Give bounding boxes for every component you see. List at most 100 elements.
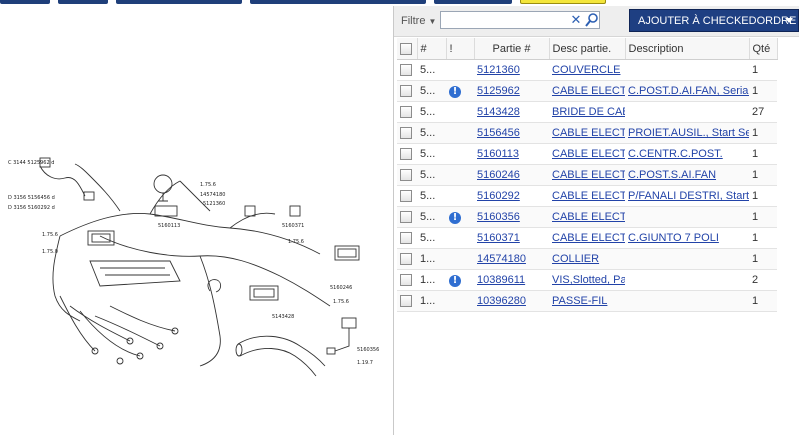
part-description-link[interactable] bbox=[625, 59, 749, 81]
filter-dropdown[interactable]: Filtre ▼ bbox=[401, 15, 436, 27]
row-checkbox[interactable] bbox=[400, 148, 412, 161]
part-number-text[interactable]: 14574180 bbox=[477, 253, 526, 265]
part-desc-text[interactable]: BRIDE DE CABL bbox=[552, 106, 625, 118]
row-checkbox-cell[interactable] bbox=[397, 290, 417, 312]
part-number-text[interactable]: 5143428 bbox=[477, 106, 520, 118]
table-row[interactable]: 5... 5160246 CABLE ELECTRC.POST.S.AI.FAN 1 bbox=[397, 164, 777, 186]
row-checkbox-cell[interactable] bbox=[397, 206, 417, 228]
part-desc-text[interactable]: COLLIER bbox=[552, 253, 599, 265]
part-desc-link[interactable]: COLLIER bbox=[549, 248, 625, 270]
row-checkbox[interactable] bbox=[400, 190, 412, 203]
clear-icon[interactable]: ✕ bbox=[569, 12, 583, 28]
column-header-part[interactable]: Partie # bbox=[474, 38, 550, 60]
info-icon[interactable]: ! bbox=[449, 211, 461, 224]
top-tab-5[interactable] bbox=[434, 0, 512, 4]
part-number-link[interactable]: 5156456 bbox=[474, 122, 549, 144]
table-row[interactable]: 5... 5160113 CABLE ELECTRC.CENTR.C.POST. 1 bbox=[397, 143, 777, 165]
top-tab-1[interactable] bbox=[0, 0, 50, 4]
table-row[interactable]: 5... 5160371 CABLE ELECTRC.GIUNTO 7 POLI 1 bbox=[397, 227, 777, 249]
parts-diagram[interactable]: C 3144 5125962 d D 3156 5156456 d D 3156… bbox=[0, 6, 393, 435]
row-checkbox-cell[interactable] bbox=[397, 185, 417, 207]
column-header-desc[interactable]: Desc partie. bbox=[549, 38, 626, 60]
part-desc-link[interactable]: BRIDE DE CABL bbox=[549, 101, 625, 123]
part-number-link[interactable]: 5160246 bbox=[474, 164, 549, 186]
top-tab-3[interactable] bbox=[116, 0, 242, 4]
part-number-text[interactable]: 5160356 bbox=[477, 211, 520, 223]
row-checkbox[interactable] bbox=[400, 64, 412, 77]
select-all-checkbox[interactable] bbox=[400, 42, 412, 55]
row-checkbox[interactable] bbox=[400, 106, 412, 119]
part-description-link[interactable]: C.POST.S.AI.FAN bbox=[625, 164, 749, 186]
part-desc-link[interactable]: CABLE ELECTR bbox=[549, 122, 625, 144]
table-row[interactable]: 1... 10396280 PASSE-FIL 1 bbox=[397, 290, 777, 312]
top-tab-2[interactable] bbox=[58, 0, 108, 4]
part-description-link[interactable] bbox=[625, 101, 749, 123]
part-desc-text[interactable]: VIS,Slotted, Par bbox=[552, 274, 625, 286]
part-desc-text[interactable]: COUVERCLE bbox=[552, 64, 620, 76]
part-number-link[interactable]: 5125962 bbox=[474, 80, 549, 102]
part-number-text[interactable]: 5125962 bbox=[477, 85, 520, 97]
part-description-text[interactable]: C.POST.S.AI.FAN bbox=[628, 169, 716, 181]
part-number-text[interactable]: 10389611 bbox=[477, 274, 525, 286]
table-row[interactable]: 5... 5160292 CABLE ELECTRP/FANALI DESTRI, … bbox=[397, 185, 777, 207]
part-number-link[interactable]: 10396280 bbox=[474, 290, 549, 312]
table-row[interactable]: 5... 5156456 CABLE ELECTRPROIET.AUSIL., St… bbox=[397, 122, 777, 144]
part-desc-link[interactable]: PASSE-FIL bbox=[549, 290, 625, 312]
part-desc-link[interactable]: CABLE ELECTR bbox=[549, 143, 625, 165]
part-description-text[interactable]: C.CENTR.C.POST. bbox=[628, 148, 723, 160]
row-checkbox-cell[interactable] bbox=[397, 101, 417, 123]
part-description-link[interactable] bbox=[625, 269, 749, 291]
row-checkbox-cell[interactable] bbox=[397, 143, 417, 165]
column-header-description[interactable]: Description bbox=[625, 38, 750, 60]
part-desc-text[interactable]: CABLE ELECTR bbox=[552, 169, 625, 181]
table-row[interactable]: 1... 14574180 COLLIER 1 bbox=[397, 248, 777, 270]
row-checkbox-cell[interactable] bbox=[397, 164, 417, 186]
part-desc-text[interactable]: CABLE ELECTR bbox=[552, 232, 625, 244]
part-number-link[interactable]: 5160371 bbox=[474, 227, 549, 249]
part-description-text[interactable]: P/FANALI DESTRI, Start S bbox=[628, 190, 749, 202]
part-number-link[interactable]: 14574180 bbox=[474, 248, 549, 270]
add-to-checkedorder-button[interactable]: AJOUTER À CHECKEDORDRE bbox=[629, 9, 799, 32]
info-icon[interactable]: ! bbox=[449, 85, 461, 98]
table-row[interactable]: 5... 5143428 BRIDE DE CABL 27 bbox=[397, 101, 777, 123]
part-desc-text[interactable]: CABLE ELECTR bbox=[552, 211, 625, 223]
part-desc-text[interactable]: CABLE ELECTR bbox=[552, 190, 625, 202]
part-description-link[interactable]: C.POST.D.AI.FAN, Serial I bbox=[625, 80, 749, 102]
part-number-link[interactable]: 5160113 bbox=[474, 143, 549, 165]
part-desc-link[interactable]: COUVERCLE bbox=[549, 59, 625, 81]
part-number-link[interactable]: 5160292 bbox=[474, 185, 549, 207]
row-checkbox-cell[interactable] bbox=[397, 248, 417, 270]
row-checkbox[interactable] bbox=[400, 85, 412, 98]
row-checkbox[interactable] bbox=[400, 211, 412, 224]
row-checkbox-cell[interactable] bbox=[397, 269, 417, 291]
top-tab-4[interactable] bbox=[250, 0, 426, 4]
row-checkbox-cell[interactable] bbox=[397, 122, 417, 144]
part-number-text[interactable]: 5160113 bbox=[477, 148, 519, 160]
part-description-link[interactable]: C.GIUNTO 7 POLI bbox=[625, 227, 749, 249]
part-number-text[interactable]: 5160371 bbox=[477, 232, 520, 244]
part-desc-link[interactable]: VIS,Slotted, Par bbox=[549, 269, 625, 291]
part-desc-link[interactable]: CABLE ELECTR bbox=[549, 227, 625, 249]
table-row[interactable]: 5...! 5125962 CABLE ELECTRC.POST.D.AI.FAN,… bbox=[397, 80, 777, 102]
table-row[interactable]: 5...! 5160356 CABLE ELECTR 1 bbox=[397, 206, 777, 228]
part-description-link[interactable]: C.CENTR.C.POST. bbox=[625, 143, 749, 165]
part-number-link[interactable]: 5143428 bbox=[474, 101, 549, 123]
info-icon[interactable]: ! bbox=[449, 274, 461, 287]
part-desc-link[interactable]: CABLE ELECTR bbox=[549, 80, 625, 102]
part-description-link[interactable] bbox=[625, 290, 749, 312]
row-checkbox-cell[interactable] bbox=[397, 59, 417, 81]
column-header-qty[interactable]: Qté bbox=[749, 38, 778, 60]
search-icon[interactable] bbox=[584, 12, 600, 28]
part-number-link[interactable]: 5160356 bbox=[474, 206, 549, 228]
part-description-link[interactable] bbox=[625, 206, 749, 228]
part-description-link[interactable]: PROIET.AUSIL., Start Seri bbox=[625, 122, 749, 144]
part-desc-link[interactable]: CABLE ELECTR bbox=[549, 164, 625, 186]
row-checkbox[interactable] bbox=[400, 232, 412, 245]
part-number-link[interactable]: 5121360 bbox=[474, 59, 549, 81]
part-desc-text[interactable]: CABLE ELECTR bbox=[552, 127, 625, 139]
part-description-link[interactable] bbox=[625, 248, 749, 270]
part-number-text[interactable]: 10396280 bbox=[477, 295, 526, 307]
part-desc-text[interactable]: PASSE-FIL bbox=[552, 295, 607, 307]
table-row[interactable]: 5... 5121360 COUVERCLE 1 bbox=[397, 59, 777, 81]
chevron-down-icon[interactable] bbox=[785, 18, 793, 23]
